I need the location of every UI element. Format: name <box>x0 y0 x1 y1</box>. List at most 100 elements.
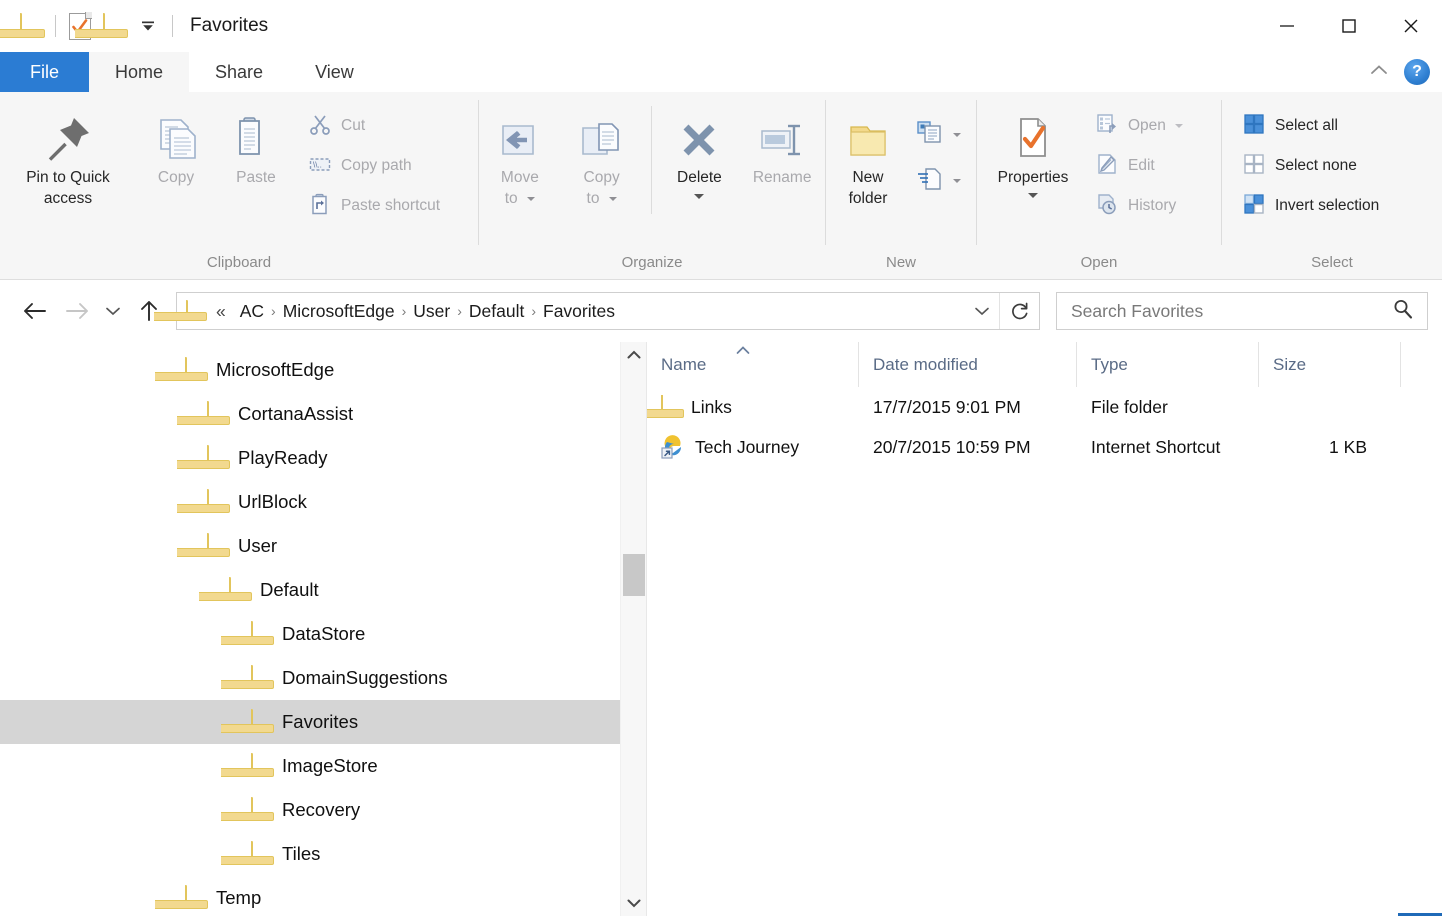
breadcrumb-item-user[interactable]: User <box>406 301 457 322</box>
tree-item-default[interactable]: Default <box>0 568 620 612</box>
pin-to-quick-access-button[interactable]: Pin to Quick access <box>0 102 136 209</box>
open-chevron-down-icon[interactable] <box>1174 124 1183 128</box>
rename-button[interactable]: Rename <box>739 102 825 189</box>
file-date-cell: 20/7/2015 10:59 PM <box>873 436 1031 457</box>
paste-button[interactable]: Paste <box>216 102 296 189</box>
qat-properties-icon[interactable] <box>63 9 97 43</box>
delete-chevron-down-icon[interactable] <box>694 193 705 199</box>
tree-item-cortanaassist[interactable]: CortanaAssist <box>0 392 620 436</box>
scroll-down-chevron-down-icon[interactable] <box>621 890 647 916</box>
file-name-cell[interactable]: Tech Journey <box>647 435 859 459</box>
copy-to-label-line1: Copy <box>583 169 620 186</box>
tree-item-label: Recovery <box>282 799 361 820</box>
breadcrumb-item-ac[interactable]: AC <box>233 301 271 322</box>
tree-item-urlblock[interactable]: UrlBlock <box>0 480 620 524</box>
group-label-new: New <box>885 253 916 271</box>
tree-item-label: PlayReady <box>238 447 328 468</box>
scrollbar-thumb[interactable] <box>623 554 645 596</box>
easy-access-button[interactable] <box>910 158 967 204</box>
new-item-button[interactable] <box>910 112 967 158</box>
qat-customize-dropdown-icon[interactable] <box>131 9 165 43</box>
column-header-name[interactable]: Name <box>647 342 859 387</box>
new-folder-button[interactable]: New folder <box>826 102 910 209</box>
column-header-type[interactable]: Type <box>1077 342 1259 387</box>
maximize-button[interactable] <box>1318 0 1380 52</box>
open-button[interactable]: Open <box>1089 106 1189 146</box>
tab-home[interactable]: Home <box>89 52 190 92</box>
ribbon-collapse-chevron-up-icon[interactable] <box>1368 61 1390 84</box>
tree-item-label: MicrosoftEdge <box>216 359 335 380</box>
copy-to-chevron-down-icon[interactable] <box>608 196 617 201</box>
breadcrumb-item-favorites[interactable]: Favorites <box>536 301 622 322</box>
tree-item-datastore[interactable]: DataStore <box>0 612 620 656</box>
breadcrumb-item-microsoftedge[interactable]: MicrosoftEdge <box>276 301 402 322</box>
history-button[interactable]: History <box>1089 186 1189 226</box>
tree-item-tiles[interactable]: Tiles <box>0 832 620 876</box>
copy-to-button[interactable]: Copy to <box>561 102 643 209</box>
tree-item-imagestore[interactable]: ImageStore <box>0 744 620 788</box>
move-to-chevron-down-icon[interactable] <box>527 196 535 201</box>
breadcrumb-item-default[interactable]: Default <box>462 301 531 322</box>
scroll-up-chevron-up-icon[interactable] <box>621 342 647 368</box>
tab-file[interactable]: File <box>0 52 90 92</box>
back-button[interactable] <box>14 291 56 331</box>
folder-icon <box>221 753 274 778</box>
properties-chevron-down-icon[interactable] <box>1028 192 1038 198</box>
paste-shortcut-icon <box>308 192 332 221</box>
address-breadcrumb-box[interactable]: « AC › MicrosoftEdge › User › Default › … <box>154 292 1040 330</box>
tree-item-user[interactable]: User <box>0 524 620 568</box>
pin-label-line1: Pin to Quick <box>26 169 110 186</box>
file-name-cell[interactable]: Links <box>647 395 859 419</box>
refresh-icon[interactable] <box>999 293 1039 329</box>
tab-view[interactable]: View <box>289 52 380 92</box>
move-to-icon <box>495 108 545 164</box>
edit-button[interactable]: Edit <box>1089 146 1189 186</box>
paste-shortcut-button[interactable]: Paste shortcut <box>302 186 446 226</box>
cut-button[interactable]: Cut <box>302 106 446 146</box>
file-size-cell: 1 KB <box>1329 436 1367 457</box>
table-row[interactable]: Links 17/7/2015 9:01 PM File folder <box>647 387 1442 427</box>
move-to-button[interactable]: Move to <box>479 102 561 209</box>
tree-item-microsoftedge[interactable]: MicrosoftEdge <box>0 348 620 392</box>
edit-icon <box>1095 152 1119 181</box>
tree-item-recovery[interactable]: Recovery <box>0 788 620 832</box>
properties-button[interactable]: Properties <box>977 102 1089 198</box>
qat-new-folder-icon[interactable] <box>75 9 131 43</box>
help-button[interactable]: ? <box>1404 59 1430 85</box>
tree-item-favorites[interactable]: Favorites <box>0 700 620 744</box>
select-all-button[interactable]: Select all <box>1236 106 1385 146</box>
invert-selection-label: Invert selection <box>1275 197 1380 214</box>
easy-access-chevron-down-icon[interactable] <box>953 179 961 183</box>
tab-share[interactable]: Share <box>189 52 289 92</box>
sort-ascending-icon <box>735 344 751 358</box>
copy-path-button[interactable]: \\.. Copy path <box>302 146 446 186</box>
column-header-date-modified[interactable]: Date modified <box>859 342 1077 387</box>
delete-button[interactable]: Delete <box>660 102 740 199</box>
copy-path-icon: \\.. <box>308 152 332 181</box>
tree-item-label: DomainSuggestions <box>282 667 448 688</box>
recent-locations-chevron-down-icon[interactable] <box>98 291 128 331</box>
internet-shortcut-icon <box>661 435 685 459</box>
tree-item-temp[interactable]: Temp <box>0 876 620 916</box>
column-header-size[interactable]: Size <box>1259 342 1401 387</box>
invert-selection-button[interactable]: Invert selection <box>1236 186 1385 226</box>
new-item-chevron-down-icon[interactable] <box>953 133 961 137</box>
address-dropdown-chevron-down-icon[interactable] <box>965 293 999 329</box>
tree-item-label: Default <box>260 579 319 600</box>
search-icon[interactable] <box>1391 297 1415 326</box>
tree-item-domainsuggestions[interactable]: DomainSuggestions <box>0 656 620 700</box>
copy-button[interactable]: Copy <box>136 102 216 189</box>
navigation-scrollbar[interactable] <box>620 342 646 916</box>
tree-item-label: CortanaAssist <box>238 403 354 424</box>
minimize-button[interactable] <box>1256 0 1318 52</box>
search-input[interactable]: Search Favorites <box>1056 292 1428 330</box>
qat-folder-icon[interactable] <box>0 9 48 43</box>
close-button[interactable] <box>1380 0 1442 52</box>
breadcrumb-overflow[interactable]: « <box>208 301 233 322</box>
select-none-button[interactable]: Select none <box>1236 146 1385 186</box>
file-list-pane: Name Date modified Type Size Links 17/7/2015… <box>646 342 1442 916</box>
tree-item-playready[interactable]: PlayReady <box>0 436 620 480</box>
navigation-pane: MicrosoftEdge CortanaAssist PlayReady UrlBl… <box>0 342 620 916</box>
table-row[interactable]: Tech Journey 20/7/2015 10:59 PM Internet S… <box>647 427 1442 467</box>
ribbon-group-organize: Move to Copy to Delete Rename Organize <box>479 92 825 279</box>
